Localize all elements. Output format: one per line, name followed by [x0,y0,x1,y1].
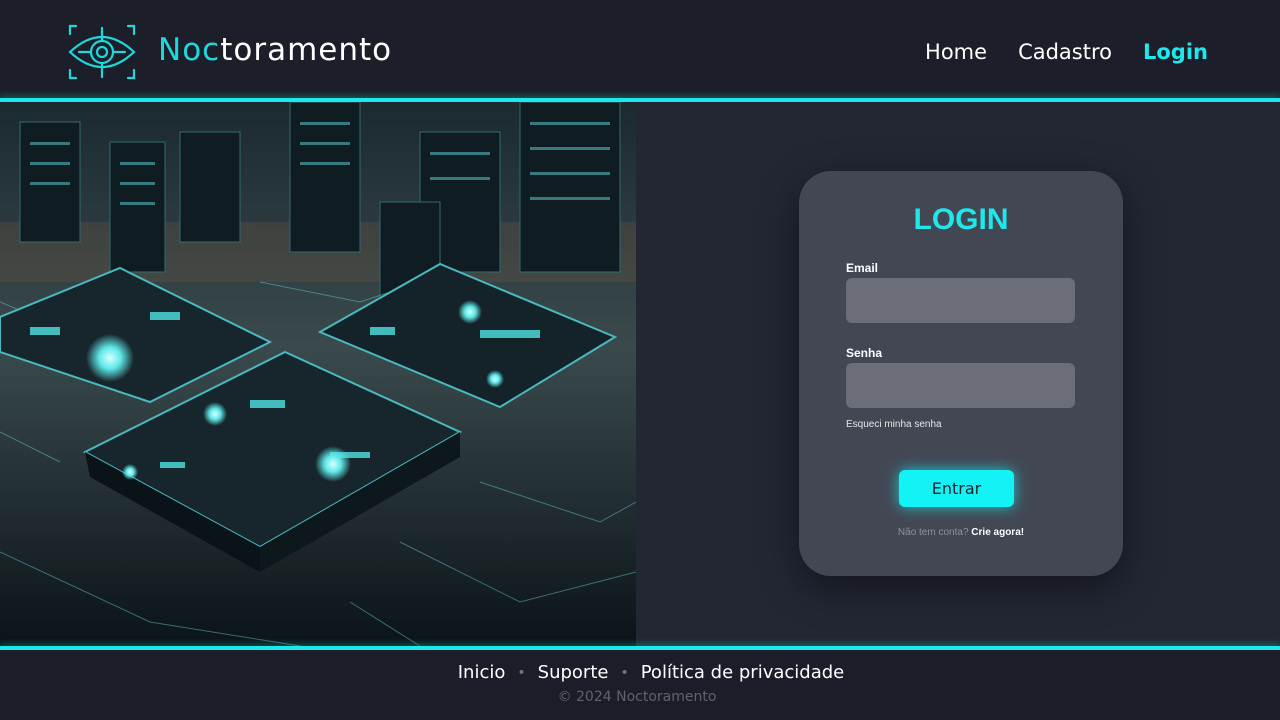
copyright-text: © 2024 Noctoramento [557,689,717,705]
circuit-city-illustration [0,102,636,646]
nav-item-home[interactable]: Home [925,38,987,66]
footer-link-privacy[interactable]: Política de privacidade [641,662,845,683]
signup-question: Não tem conta? [897,527,969,538]
footer-separator: • [620,664,629,681]
forgot-password-link[interactable]: Esqueci minha senha [846,419,942,430]
signup-link[interactable]: Crie agora! [971,527,1024,538]
site-header: Noctoramento Home Cadastro Login [0,0,1280,98]
password-label: Senha [846,346,883,360]
footer-link-suporte[interactable]: Suporte [538,662,609,683]
login-submit-button[interactable]: Entrar [899,470,1014,507]
brand-name[interactable]: Noctoramento [158,30,392,70]
footer-link-inicio[interactable]: Inicio [458,662,506,683]
password-field[interactable] [846,363,1075,408]
email-field[interactable] [846,278,1075,323]
footer-separator: • [517,664,526,681]
main-nav: Home Cadastro Login [925,38,1208,66]
hero-image [0,102,636,646]
login-title: LOGIN [913,203,1009,236]
footer-links: Inicio • Suporte • Política de privacida… [0,662,1280,683]
nav-item-cadastro[interactable]: Cadastro [1018,38,1112,66]
nav-item-login[interactable]: Login [1143,38,1208,66]
email-label: Email [846,261,879,275]
eye-scan-icon [68,24,136,80]
brand-name-part2: toramento [220,32,393,68]
login-card: LOGIN Email Senha Esqueci minha senha En… [799,171,1123,576]
signup-prompt: Não tem conta? Crie agora! [799,527,1123,538]
site-footer: Inicio • Suporte • Política de privacida… [0,650,1280,720]
brand-name-part1: Noc [158,32,221,68]
